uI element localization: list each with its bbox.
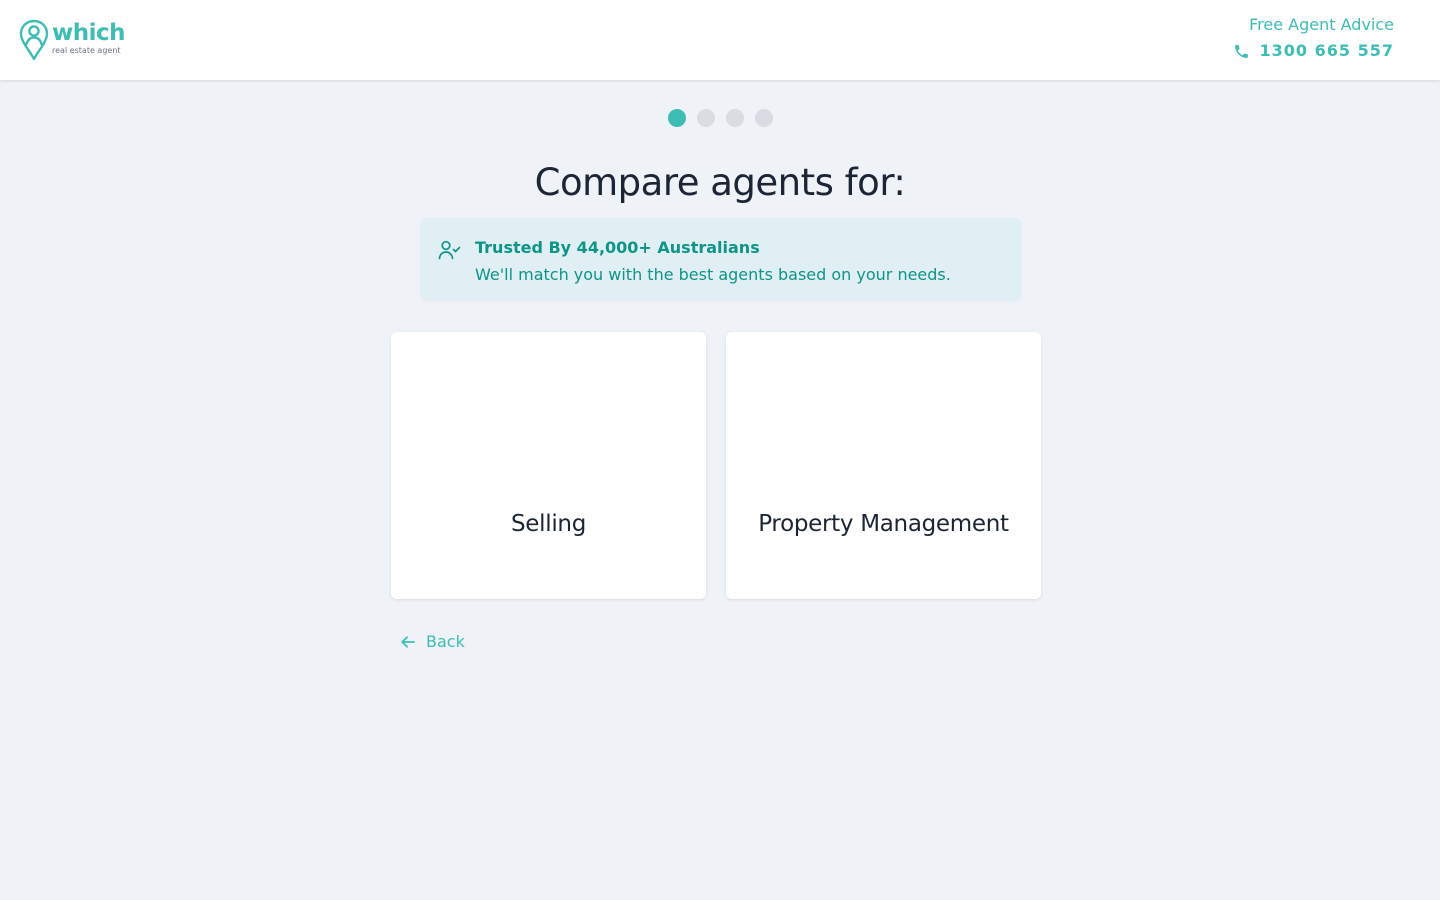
- trust-banner: Trusted By 44,000+ Australians We'll mat…: [421, 218, 1021, 300]
- logo-subtitle: real estate agent: [52, 46, 121, 55]
- arrow-left-icon: [401, 636, 415, 648]
- back-button[interactable]: Back: [400, 631, 465, 653]
- option-label-property-management: Property Management: [758, 511, 1009, 537]
- phone-icon: [1234, 44, 1248, 58]
- trust-title: Trusted By 44,000+ Australians: [475, 238, 760, 257]
- phone-link[interactable]: 1300 665 557: [1233, 40, 1394, 62]
- option-card-selling[interactable]: Selling: [391, 332, 706, 599]
- logo-word: which: [52, 20, 126, 46]
- option-label-selling: Selling: [511, 511, 586, 537]
- logo-link[interactable]: which real estate agent: [19, 19, 126, 61]
- step-dot-4: [754, 109, 773, 127]
- step-dot-2: [696, 109, 715, 127]
- user-check-icon: [438, 240, 461, 260]
- map-pin-person-icon: [19, 19, 49, 61]
- trust-text: We'll match you with the best agents bas…: [475, 265, 951, 284]
- advice-label: Free Agent Advice: [1249, 15, 1394, 34]
- page-title: Compare agents for:: [534, 161, 906, 204]
- step-dot-1: [667, 109, 686, 127]
- progress-steps: [0, 109, 1440, 127]
- logo-text: which real estate agent: [52, 19, 126, 55]
- option-cards: Selling Property Management: [391, 332, 1041, 599]
- site-header: which real estate agent Free Agent Advic…: [0, 0, 1440, 80]
- step-dot-3: [725, 109, 744, 127]
- option-card-property-management[interactable]: Property Management: [726, 332, 1041, 599]
- phone-number: 1300 665 557: [1259, 41, 1394, 60]
- back-label: Back: [426, 632, 465, 651]
- agent-advice: Free Agent Advice 1300 665 557: [1233, 14, 1394, 62]
